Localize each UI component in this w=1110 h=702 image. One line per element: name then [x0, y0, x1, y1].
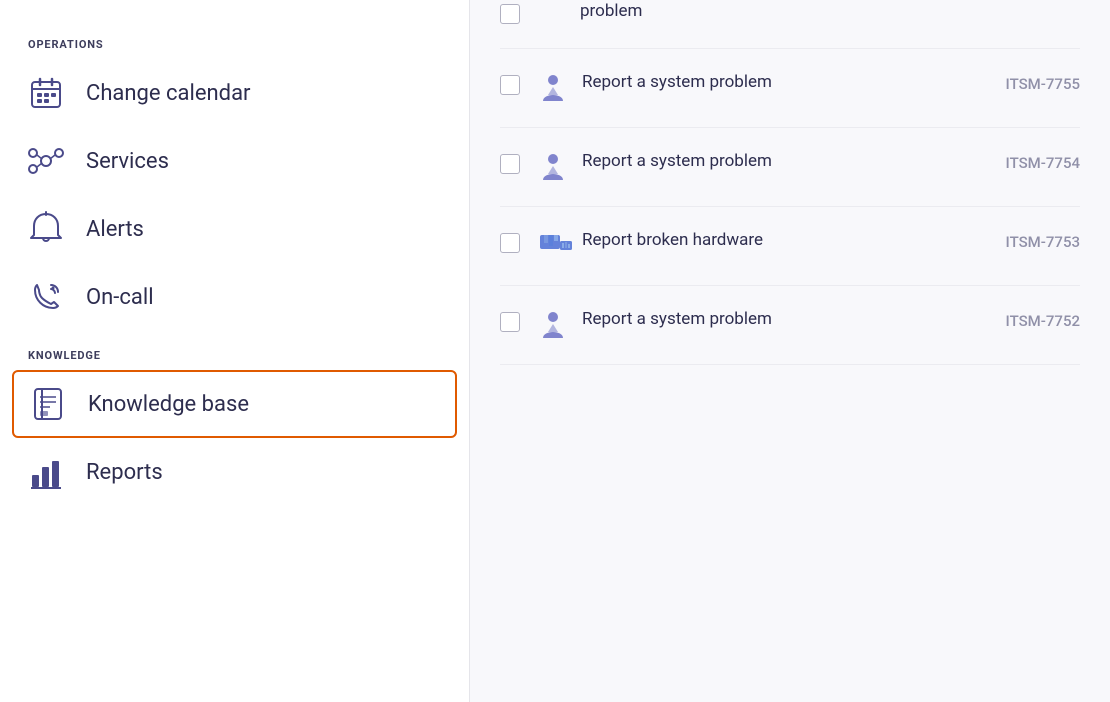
sidebar-item-knowledge-base[interactable]: Knowledge base [12, 370, 457, 438]
oncall-icon [28, 279, 64, 315]
ticket-checkbox-partial[interactable] [500, 4, 520, 24]
ticket-title-7754: Report a system problem [582, 150, 772, 174]
ticket-title-7752: Report a system problem [582, 308, 772, 332]
table-row: Report broken hardware ITSM-7753 [500, 207, 1080, 286]
ticket-content-7754: Report a system problem [538, 150, 986, 184]
ticket-content-7755: Report a system problem [538, 71, 986, 105]
sidebar-item-change-calendar[interactable]: Change calendar [0, 59, 469, 127]
sidebar-item-label-reports: Reports [86, 460, 163, 485]
ticket-content-7752: Report a system problem [538, 308, 986, 342]
broken-hardware-icon-7753 [538, 231, 570, 263]
sidebar-item-reports[interactable]: Reports [0, 438, 469, 506]
ticket-id-7752: ITSM-7752 [986, 312, 1080, 330]
sidebar-item-services[interactable]: Services [0, 127, 469, 195]
sidebar-item-on-call[interactable]: On-call [0, 263, 469, 331]
ticket-id-7755: ITSM-7755 [986, 75, 1080, 93]
ticket-list: problem [500, 0, 1080, 365]
ticket-row-partial: problem [538, 0, 642, 30]
sidebar-item-label-change-calendar: Change calendar [86, 81, 251, 106]
chart-icon [28, 454, 64, 490]
sidebar-item-label-alerts: Alerts [86, 217, 144, 242]
ticket-title-7755: Report a system problem [582, 71, 772, 95]
sidebar-item-alerts[interactable]: Alerts [0, 195, 469, 263]
ticket-id-7754: ITSM-7754 [986, 154, 1080, 172]
system-problem-icon-7755 [538, 73, 570, 105]
section-label-operations: OPERATIONS [0, 20, 469, 59]
ticket-item-partial: problem [500, 0, 1080, 49]
sidebar: OPERATIONS Change calendar [0, 0, 470, 702]
bell-icon [28, 211, 64, 247]
ticket-title-7753: Report broken hardware [582, 229, 763, 253]
ticket-content-partial: problem [538, 0, 642, 30]
calendar-icon [28, 75, 64, 111]
book-icon [30, 386, 66, 422]
ticket-title-partial: problem [580, 0, 642, 24]
ticket-row-7754: Report a system problem ITSM-7754 [538, 150, 1080, 184]
sidebar-section-knowledge: KNOWLEDGE Knowledge base [0, 331, 469, 506]
ticket-content-7753: Report broken hardware [538, 229, 986, 263]
sidebar-item-label-on-call: On-call [86, 285, 154, 310]
services-icon [28, 143, 64, 179]
ticket-checkbox-7755[interactable] [500, 75, 520, 95]
table-row: Report a system problem ITSM-7754 [500, 128, 1080, 207]
system-problem-icon-7754 [538, 152, 570, 184]
main-content: problem [470, 0, 1110, 702]
sidebar-item-label-services: Services [86, 149, 169, 174]
ticket-checkbox-7754[interactable] [500, 154, 520, 174]
system-problem-icon-7752 [538, 310, 570, 342]
ticket-checkbox-7752[interactable] [500, 312, 520, 332]
sidebar-section-operations: OPERATIONS Change calendar [0, 20, 469, 331]
ticket-row-7755: Report a system problem ITSM-7755 [538, 71, 1080, 105]
section-label-knowledge: KNOWLEDGE [0, 331, 469, 370]
table-row: Report a system problem ITSM-7755 [500, 49, 1080, 128]
sidebar-item-label-knowledge-base: Knowledge base [88, 392, 249, 417]
ticket-row-7753: Report broken hardware ITSM-7753 [538, 229, 1080, 263]
ticket-checkbox-7753[interactable] [500, 233, 520, 253]
ticket-id-7753: ITSM-7753 [986, 233, 1080, 251]
ticket-row-7752: Report a system problem ITSM-7752 [538, 308, 1080, 342]
table-row: Report a system problem ITSM-7752 [500, 286, 1080, 365]
